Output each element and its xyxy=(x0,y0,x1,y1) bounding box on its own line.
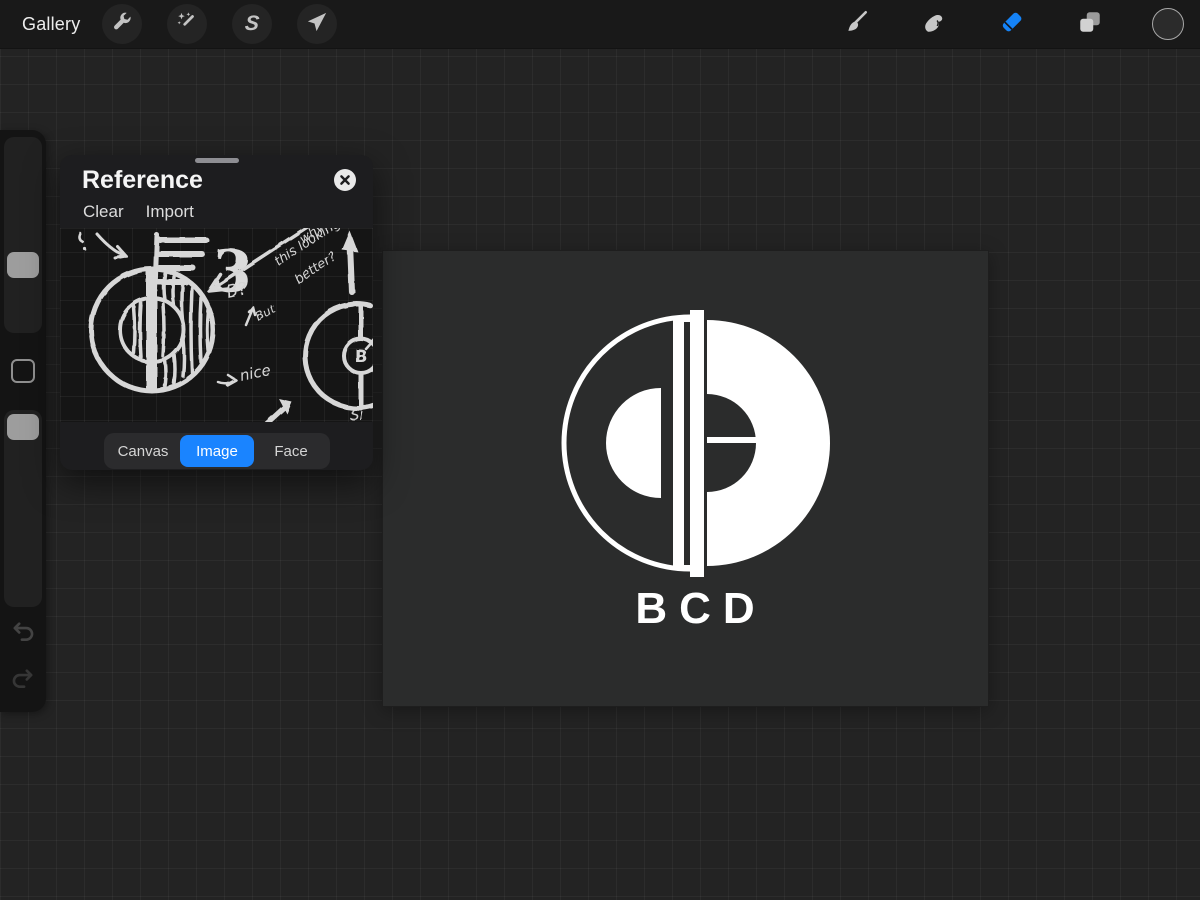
top-toolbar: Gallery S xyxy=(0,0,1200,49)
selections-button[interactable]: S xyxy=(232,4,272,44)
eraser-button[interactable] xyxy=(992,4,1032,44)
reference-panel: Reference Clear Import xyxy=(60,155,373,470)
panel-actions: Clear Import xyxy=(83,202,194,222)
magic-wand-icon xyxy=(176,11,198,38)
sketch-b-question: B? xyxy=(225,279,249,303)
tab-face[interactable]: Face xyxy=(254,435,328,467)
drawing-canvas[interactable]: BCD xyxy=(383,251,988,706)
eraser-icon xyxy=(998,8,1026,41)
brush-size-slider[interactable] xyxy=(4,137,42,333)
close-icon xyxy=(333,179,357,196)
sketch-si: Si xyxy=(350,406,365,422)
paint-tools xyxy=(836,4,1200,44)
current-color-swatch xyxy=(1152,8,1184,40)
redo-icon xyxy=(11,669,35,696)
brush-icon xyxy=(843,9,869,40)
gallery-button[interactable]: Gallery xyxy=(22,14,80,35)
adjustments-button[interactable] xyxy=(167,4,207,44)
undo-icon xyxy=(11,622,35,649)
reference-image[interactable]: 3 why is this looking better? xyxy=(60,228,373,422)
panel-title: Reference xyxy=(82,166,203,195)
reference-tab-bar: Canvas Image Face xyxy=(104,433,330,469)
modify-button[interactable] xyxy=(11,359,35,383)
undo-button[interactable] xyxy=(9,621,37,649)
sketch-but: But xyxy=(253,301,279,324)
import-button[interactable]: Import xyxy=(146,202,194,222)
sketch-drawing: 3 why is this looking better? xyxy=(60,228,373,422)
color-button[interactable] xyxy=(1148,4,1188,44)
opacity-handle[interactable] xyxy=(7,414,39,440)
actions-button[interactable] xyxy=(102,4,142,44)
bcd-logo: BCD xyxy=(383,251,988,706)
clear-button[interactable]: Clear xyxy=(83,202,124,222)
tab-image[interactable]: Image xyxy=(180,435,254,467)
selection-s-icon: S xyxy=(244,12,261,36)
layers-icon xyxy=(1077,9,1103,40)
layers-button[interactable] xyxy=(1070,4,1110,44)
transform-button[interactable] xyxy=(297,4,337,44)
redo-button[interactable] xyxy=(9,668,37,696)
smudge-button[interactable] xyxy=(914,4,954,44)
brush-button[interactable] xyxy=(836,4,876,44)
wrench-icon xyxy=(111,11,133,38)
transform-arrow-icon xyxy=(306,11,328,38)
sketch-nice: nice xyxy=(238,361,272,385)
brush-sidebar xyxy=(0,130,46,712)
close-button[interactable] xyxy=(333,168,357,192)
procreate-workspace: Gallery S xyxy=(0,0,1200,900)
smudge-finger-icon xyxy=(921,9,947,40)
tab-canvas[interactable]: Canvas xyxy=(106,435,180,467)
brush-size-handle[interactable] xyxy=(7,252,39,278)
panel-drag-handle[interactable] xyxy=(195,158,239,163)
logo-wordmark: BCD xyxy=(635,584,766,633)
